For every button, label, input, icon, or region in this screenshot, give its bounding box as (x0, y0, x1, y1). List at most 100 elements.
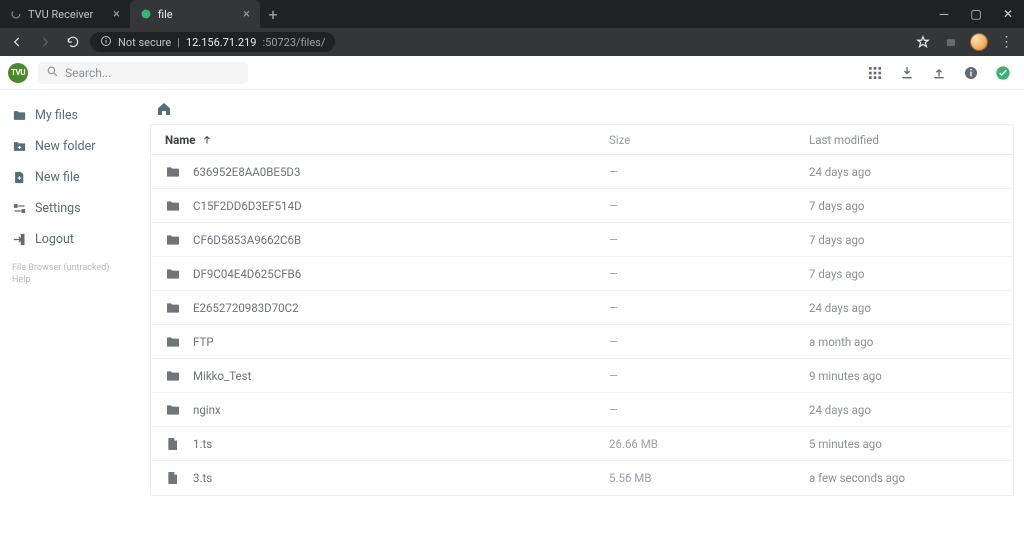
row-name: nginx (193, 403, 221, 417)
column-header-modified[interactable]: Last modified (809, 133, 999, 147)
tab-favicon-icon (140, 8, 152, 20)
row-modified: 24 days ago (809, 403, 999, 417)
home-icon[interactable] (156, 101, 172, 121)
info-button[interactable] (960, 62, 982, 84)
bookmark-star-icon[interactable] (912, 31, 934, 53)
row-size: — (609, 403, 809, 417)
file-icon (165, 470, 181, 486)
row-modified: 5 minutes ago (809, 437, 999, 451)
list-row[interactable]: FTP — a month ago (151, 325, 1013, 359)
list-row[interactable]: 1.ts 26.66 MB 5 minutes ago (151, 427, 1013, 461)
sidebar-item-logout[interactable]: Logout (0, 224, 150, 255)
row-name: 3.ts (193, 471, 212, 485)
row-modified: 7 days ago (809, 233, 999, 247)
close-icon[interactable]: × (243, 7, 250, 22)
nav-reload-button[interactable] (62, 31, 84, 53)
folder-icon (165, 164, 181, 180)
row-modified: 24 days ago (809, 165, 999, 179)
list-row[interactable]: 3.ts 5.56 MB a few seconds ago (151, 461, 1013, 495)
tab-title: file (158, 8, 173, 21)
browser-menu-button[interactable]: ⋮ (996, 31, 1018, 53)
list-row[interactable]: nginx — 24 days ago (151, 393, 1013, 427)
window-close-button[interactable]: ✕ (992, 0, 1024, 28)
sidebar-item-settings[interactable]: Settings (0, 193, 150, 224)
sidebar-footer: File Browser (untracked) Help (0, 255, 150, 294)
url-rest: :50723/files/ (262, 36, 325, 49)
sidebar: My files New folder New file Settings Lo… (0, 90, 150, 555)
new-tab-button[interactable]: + (260, 5, 286, 24)
sidebar-item-my-files[interactable]: My files (0, 100, 150, 131)
window-minimize-button[interactable]: ─ (928, 0, 960, 28)
view-grid-button[interactable] (864, 62, 886, 84)
url-host: 12.156.71.219 (186, 36, 257, 49)
security-label: Not secure (118, 36, 171, 49)
row-name: C15F2DD6D3EF514D (193, 199, 302, 213)
sidebar-item-label: Settings (35, 201, 81, 216)
select-toggle-button[interactable] (992, 62, 1014, 84)
list-row[interactable]: Mikko_Test — 9 minutes ago (151, 359, 1013, 393)
row-name: Mikko_Test (193, 369, 251, 383)
row-modified: a few seconds ago (809, 471, 999, 485)
folder-icon (165, 402, 181, 418)
row-name: E2652720983D70C2 (193, 301, 299, 315)
tab-title: TVU Receiver (28, 8, 93, 21)
file-icon (165, 436, 181, 452)
close-icon[interactable]: × (113, 7, 120, 22)
column-header-size[interactable]: Size (609, 133, 809, 147)
row-modified: 7 days ago (809, 267, 999, 281)
row-size: 5.56 MB (609, 471, 809, 485)
list-row[interactable]: C15F2DD6D3EF514D — 7 days ago (151, 189, 1013, 223)
row-name: 636952E8AA0BE5D3 (193, 165, 300, 179)
list-row[interactable]: E2652720983D70C2 — 24 days ago (151, 291, 1013, 325)
row-size: — (609, 199, 809, 213)
column-header-name[interactable]: Name (165, 133, 609, 147)
nav-back-button[interactable] (6, 31, 28, 53)
row-size: — (609, 301, 809, 315)
sidebar-item-label: Logout (35, 232, 74, 247)
browser-toolbar: Not secure | 12.156.71.219:50723/files/ … (0, 28, 1024, 56)
app-logo[interactable]: TVU (8, 63, 28, 83)
sidebar-item-new-file[interactable]: New file (0, 162, 150, 193)
list-row[interactable]: CF6D5853A9662C6B — 7 days ago (151, 223, 1013, 257)
folder-icon (165, 266, 181, 282)
row-modified: a month ago (809, 335, 999, 349)
sidebar-item-label: New folder (35, 139, 95, 154)
row-size: — (609, 369, 809, 383)
info-icon (100, 35, 112, 50)
extension-icon[interactable] (940, 31, 962, 53)
sort-ascending-icon (201, 134, 213, 146)
row-size: 26.66 MB (609, 437, 809, 451)
address-bar[interactable]: Not secure | 12.156.71.219:50723/files/ (90, 32, 335, 52)
folder-icon (165, 232, 181, 248)
nav-forward-button[interactable] (34, 31, 56, 53)
window-maximize-button[interactable]: ▢ (960, 0, 992, 28)
sidebar-item-label: New file (35, 170, 80, 185)
download-button[interactable] (896, 62, 918, 84)
browser-tabstrip: TVU Receiver × file × + ─ ▢ ✕ (0, 0, 1024, 28)
sidebar-item-label: My files (35, 108, 78, 123)
row-modified: 7 days ago (809, 199, 999, 213)
row-size: — (609, 335, 809, 349)
search-input[interactable]: Search... (38, 62, 248, 84)
file-list: Name Size Last modified 636952E8AA0BE5D3… (150, 124, 1014, 496)
row-name: 1.ts (193, 437, 212, 451)
breadcrumb (150, 98, 1014, 124)
folder-icon (165, 368, 181, 384)
browser-tab[interactable]: TVU Receiver × (0, 0, 130, 28)
app-header: TVU Search... (0, 56, 1024, 90)
row-size: — (609, 267, 809, 281)
profile-avatar[interactable] (968, 31, 990, 53)
list-row[interactable]: 636952E8AA0BE5D3 — 24 days ago (151, 155, 1013, 189)
upload-button[interactable] (928, 62, 950, 84)
browser-tab[interactable]: file × (130, 0, 260, 28)
sidebar-item-new-folder[interactable]: New folder (0, 131, 150, 162)
row-name: CF6D5853A9662C6B (193, 233, 301, 247)
row-name: FTP (193, 335, 214, 349)
list-row[interactable]: DF9C04E4D625CFB6 — 7 days ago (151, 257, 1013, 291)
row-size: — (609, 233, 809, 247)
search-icon (46, 65, 59, 81)
list-header: Name Size Last modified (151, 125, 1013, 155)
row-modified: 9 minutes ago (809, 369, 999, 383)
folder-icon (165, 300, 181, 316)
row-size: — (609, 165, 809, 179)
